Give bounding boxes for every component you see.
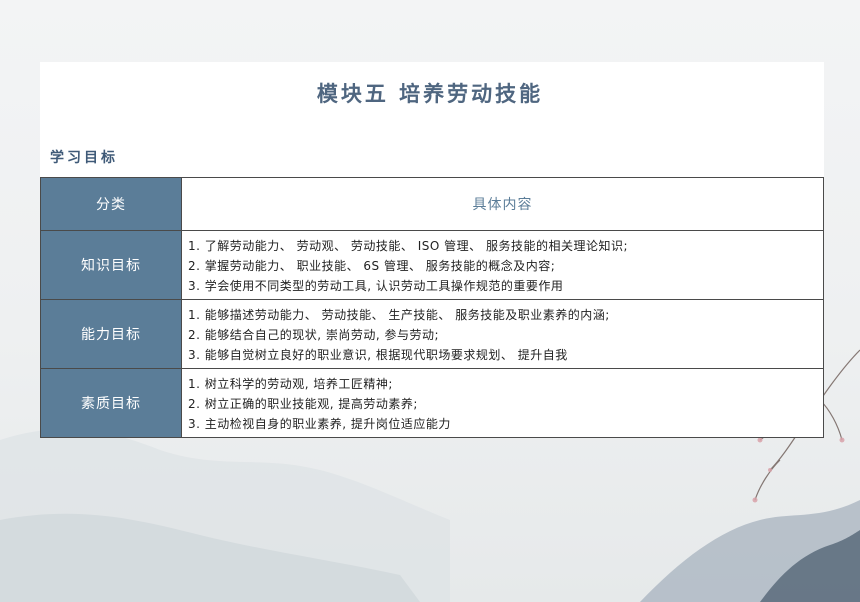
list-item: 3. 主动检视自身的职业素养, 提升岗位适应能力: [188, 416, 451, 431]
list-item: 3. 能够自觉树立良好的职业意识, 根据现代职场要求规划、 提升自我: [188, 347, 568, 362]
list-item: 1. 树立科学的劳动观, 培养工匠精神;: [188, 376, 393, 391]
table-row: 知识目标 1. 了解劳动能力、 劳动观、 劳动技能、 ISO 管理、 服务技能的…: [40, 230, 824, 300]
list-item: 3. 学会使用不同类型的劳动工具, 认识劳动工具操作规范的重要作用: [188, 278, 564, 293]
distant-mountain-left: [0, 429, 450, 602]
table-row: 能力目标 1. 能够描述劳动能力、 劳动技能、 生产技能、 服务技能及职业素养的…: [40, 299, 824, 369]
category-cell-ability: 能力目标: [40, 299, 182, 369]
header-content-cell: 具体内容: [181, 177, 824, 231]
table-header-row: 分类 具体内容: [40, 177, 824, 231]
table-row: 素质目标 1. 树立科学的劳动观, 培养工匠精神; 2. 树立正确的职业技能观,…: [40, 368, 824, 438]
list-item: 2. 掌握劳动能力、 职业技能、 6S 管理、 服务技能的概念及内容;: [188, 258, 556, 273]
content-cell-quality: 1. 树立科学的劳动观, 培养工匠精神; 2. 树立正确的职业技能观, 提高劳动…: [181, 368, 824, 438]
content-cell-knowledge: 1. 了解劳动能力、 劳动观、 劳动技能、 ISO 管理、 服务技能的相关理论知…: [181, 230, 824, 300]
section-heading: 学习目标: [50, 150, 118, 166]
near-mountain-left: [0, 513, 420, 602]
objectives-table: 分类 具体内容 知识目标 1. 了解劳动能力、 劳动观、 劳动技能、 ISO 管…: [40, 177, 824, 438]
list-item: 1. 了解劳动能力、 劳动观、 劳动技能、 ISO 管理、 服务技能的相关理论知…: [188, 238, 628, 253]
page-title: 模块五 培养劳动技能: [316, 82, 544, 106]
list-item: 2. 能够结合自己的现状, 崇尚劳动, 参与劳动;: [188, 327, 440, 342]
list-item: 2. 树立正确的职业技能观, 提高劳动素养;: [188, 396, 418, 411]
content-cell-ability: 1. 能够描述劳动能力、 劳动技能、 生产技能、 服务技能及职业素养的内涵; 2…: [181, 299, 824, 369]
mountain-right: [640, 500, 860, 602]
category-cell-quality: 素质目标: [40, 368, 182, 438]
list-item: 1. 能够描述劳动能力、 劳动技能、 生产技能、 服务技能及职业素养的内涵;: [188, 307, 610, 322]
header-category-cell: 分类: [40, 177, 182, 231]
mountain-right-dark: [760, 530, 860, 602]
category-cell-knowledge: 知识目标: [40, 230, 182, 300]
